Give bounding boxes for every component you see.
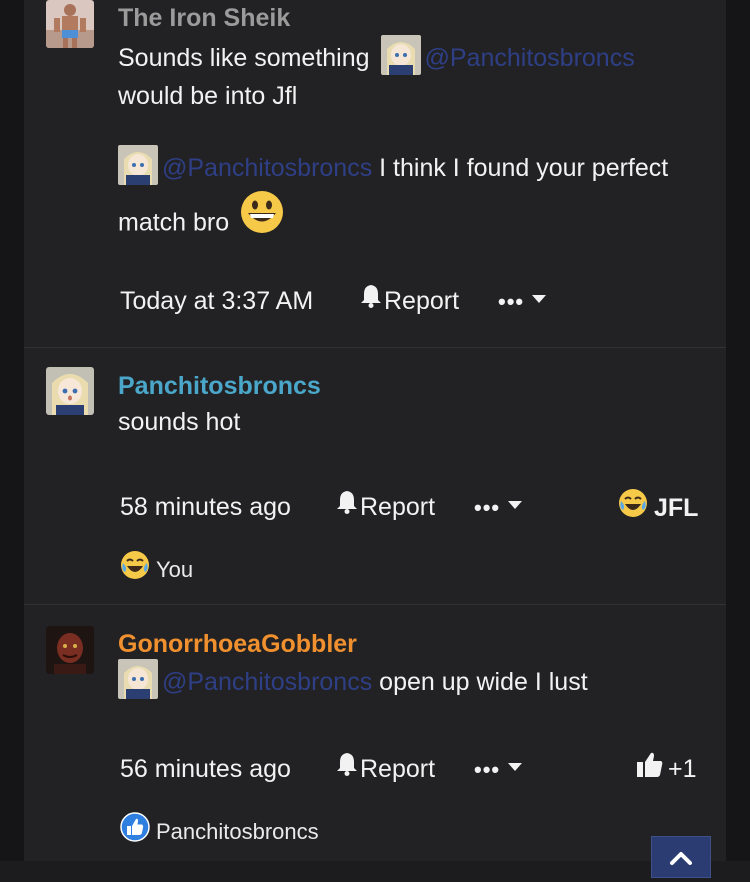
bell-icon xyxy=(336,752,358,783)
report-label: Report xyxy=(384,287,460,316)
report-button[interactable]: Report xyxy=(360,284,460,318)
post-body-line: @Panchitosbroncs open up wide I lust xyxy=(118,659,588,703)
post-body-line: Sounds like something @Panchitosbroncs xyxy=(118,35,635,79)
post-body-line: @Panchitosbroncs I think I found your pe… xyxy=(118,145,669,189)
more-options-button[interactable]: ••• xyxy=(474,755,523,784)
post-timestamp[interactable]: 56 minutes ago xyxy=(120,755,291,784)
avatar-the-iron-sheik[interactable] xyxy=(46,0,94,48)
avatar-gonorrhoeagobbler[interactable] xyxy=(46,626,94,674)
thumbs-up-icon xyxy=(636,750,664,785)
mention-avatar xyxy=(380,35,421,76)
like-button[interactable]: +1 xyxy=(636,750,697,788)
body-text: I think I found your perfect xyxy=(372,154,669,182)
crying-laughing-emoji xyxy=(618,488,648,525)
ellipsis-icon: ••• xyxy=(474,495,501,520)
reacted-by: Panchitosbroncs xyxy=(156,818,319,844)
crying-laughing-emoji xyxy=(120,550,150,586)
more-options-button[interactable]: ••• xyxy=(498,287,547,316)
mention-avatar xyxy=(118,659,158,700)
ellipsis-icon: ••• xyxy=(474,757,501,782)
body-text: open up wide I lust xyxy=(372,668,588,696)
like-badge-icon xyxy=(120,812,150,848)
reacted-by: You xyxy=(156,556,194,582)
mention-link[interactable]: @Panchitosbroncs xyxy=(162,154,372,182)
reaction-summary[interactable]: Panchitosbroncs xyxy=(120,812,319,851)
left-gutter xyxy=(0,0,24,861)
post-username[interactable]: Panchitosbroncs xyxy=(118,372,321,401)
mention-avatar xyxy=(118,145,158,186)
scroll-to-top-button[interactable] xyxy=(651,836,711,878)
bell-icon xyxy=(336,490,358,521)
post-username[interactable]: GonorrhoeaGobbler xyxy=(118,630,357,659)
grinning-face-emoji xyxy=(240,190,284,246)
body-text: match bro xyxy=(118,208,230,237)
post-username[interactable]: The Iron Sheik xyxy=(118,4,290,33)
bell-icon xyxy=(360,284,382,315)
post-timestamp[interactable]: Today at 3:37 AM xyxy=(120,287,313,316)
report-button[interactable]: Report xyxy=(336,752,436,786)
post-divider xyxy=(24,604,726,605)
post-timestamp[interactable]: 58 minutes ago xyxy=(120,493,291,522)
chevron-down-icon xyxy=(532,295,547,304)
right-gutter xyxy=(726,0,750,861)
reaction-label: JFL xyxy=(654,494,699,523)
post-body-line: match bro xyxy=(118,191,290,252)
reaction-button[interactable]: JFL xyxy=(618,488,699,528)
mention-link[interactable]: @Panchitosbroncs xyxy=(162,668,372,696)
reaction-summary[interactable]: You xyxy=(120,550,194,589)
body-text: Sounds like something xyxy=(118,44,370,72)
mention-link[interactable]: @Panchitosbroncs xyxy=(425,44,635,72)
body-text: sounds hot xyxy=(118,408,241,436)
chevron-down-icon xyxy=(508,763,523,772)
ellipsis-icon: ••• xyxy=(498,289,525,314)
report-label: Report xyxy=(360,493,436,522)
report-label: Report xyxy=(360,755,436,784)
post-divider xyxy=(24,347,726,348)
body-text: would be into Jfl xyxy=(118,82,298,110)
chevron-up-icon xyxy=(670,852,692,865)
more-options-button[interactable]: ••• xyxy=(474,493,523,522)
avatar-panchitosbroncs[interactable] xyxy=(46,367,94,415)
chevron-down-icon xyxy=(508,501,523,510)
report-button[interactable]: Report xyxy=(336,490,436,524)
like-count: +1 xyxy=(668,755,697,784)
